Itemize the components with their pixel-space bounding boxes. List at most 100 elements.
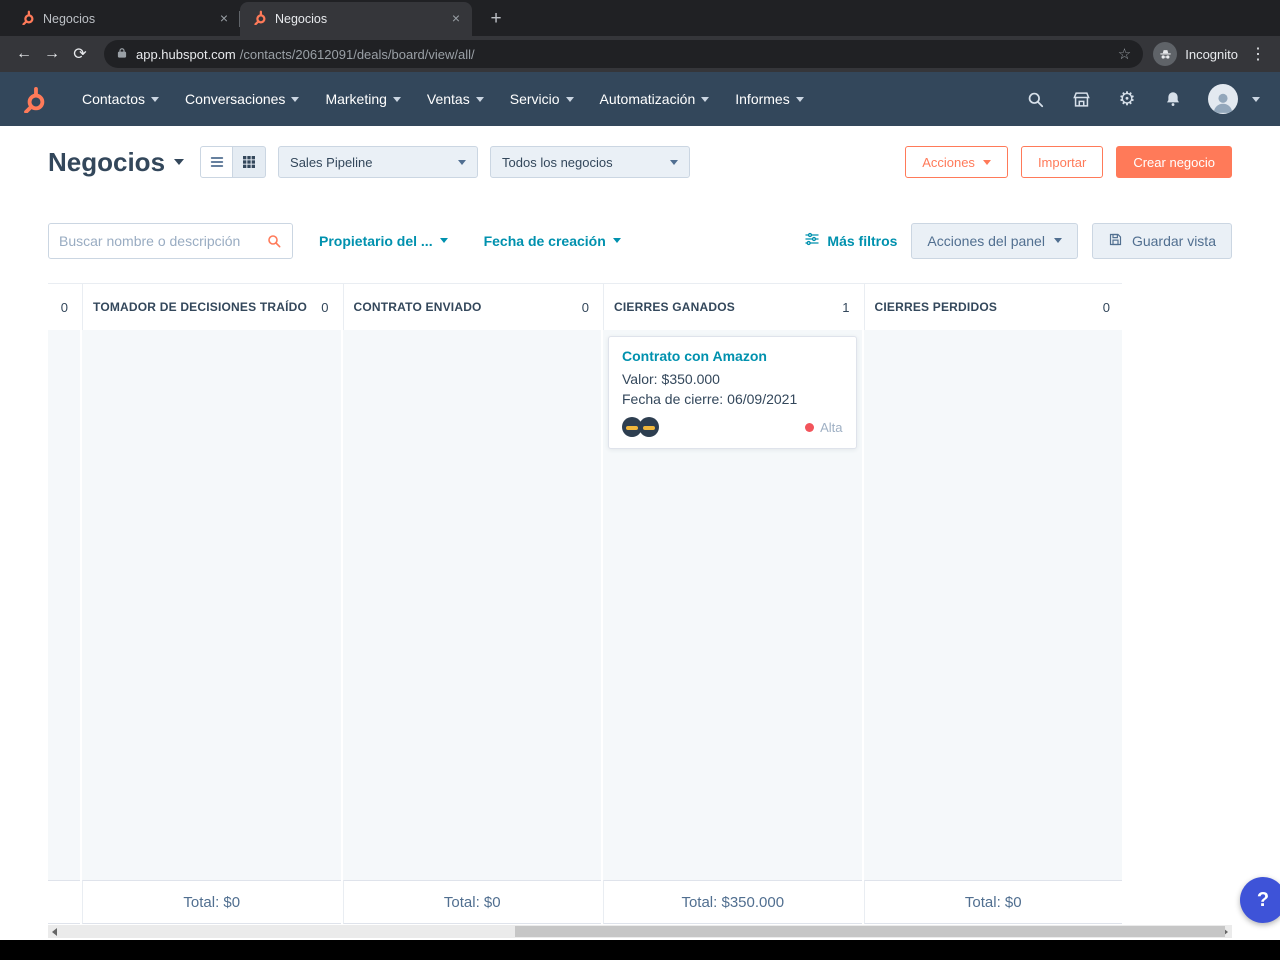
deal-value-line: Valor: $350.000 — [622, 371, 720, 387]
search-icon[interactable] — [1016, 80, 1054, 118]
board-column-cierres-ganados: CIERRES GANADOS 1 Contrato con Amazon Va… — [603, 284, 862, 924]
nav-item-conversaciones[interactable]: Conversaciones — [172, 83, 312, 115]
chevron-down-icon — [1053, 238, 1062, 243]
create-deal-button[interactable]: Crear negocio — [1116, 146, 1232, 178]
notifications-bell-icon[interactable] — [1154, 80, 1192, 118]
hubspot-navbar: Contactos Conversaciones Marketing Venta… — [0, 72, 1280, 126]
search-box — [48, 222, 293, 259]
page-title: Negocios — [48, 146, 166, 177]
column-count: 0 — [581, 299, 589, 315]
column-total: Total: $0 — [863, 880, 1122, 924]
hubspot-logo[interactable] — [20, 86, 47, 113]
board-actions-button[interactable]: Acciones del panel — [911, 222, 1078, 259]
back-icon[interactable]: ← — [10, 40, 38, 68]
tab-close-icon[interactable]: × — [448, 11, 464, 27]
board-column-cierres-perdidos: CIERRES PERDIDOS 0 Total: $0 — [863, 284, 1122, 924]
tab-close-icon[interactable]: × — [216, 11, 232, 27]
scroll-left-arrow-icon[interactable] — [52, 927, 57, 936]
account-chevron-down-icon[interactable] — [1252, 96, 1260, 102]
column-name: CIERRES PERDIDOS — [874, 300, 998, 314]
main-menu: Contactos Conversaciones Marketing Venta… — [69, 83, 817, 115]
tab-title: Negocios — [43, 12, 96, 26]
address-bar[interactable]: app.hubspot.com/contacts/20612091/deals/… — [104, 40, 1144, 68]
incognito-label: Incognito — [1185, 46, 1238, 62]
chevron-down-icon — [982, 159, 991, 165]
search-input[interactable] — [59, 232, 260, 249]
column-name: CIERRES GANADOS — [614, 300, 736, 314]
more-filters-link[interactable]: Más filtros — [804, 231, 897, 250]
browser-menu-icon[interactable]: ⋮ — [1246, 44, 1270, 64]
page-header: Negocios Sales Pipeline Todos los negoci… — [0, 126, 1280, 178]
priority-dot-icon — [805, 422, 815, 432]
chevron-down-icon — [151, 96, 160, 102]
column-total: Total: $0 — [82, 880, 341, 924]
nav-item-ventas[interactable]: Ventas — [414, 83, 497, 115]
browser-tab-1[interactable]: Negocios × — [8, 2, 240, 36]
horizontal-scrollbar[interactable] — [48, 925, 1232, 938]
avatar — [639, 417, 659, 437]
board-grid: 0 TOMADOR DE DECISIONES TRAÍDO 0 Total: … — [48, 283, 1122, 924]
forward-icon[interactable]: → — [38, 40, 66, 68]
settings-gear-icon[interactable]: ⚙ — [1108, 80, 1146, 118]
board-column-tomador-de-decisiones: TOMADOR DE DECISIONES TRAÍDO 0 Total: $0 — [82, 284, 341, 924]
board-column-partial: 0 — [48, 284, 80, 924]
hubspot-favicon — [252, 10, 267, 28]
create-date-filter-dropdown[interactable]: Fecha de creación — [484, 233, 621, 249]
chevron-down-icon — [439, 238, 448, 243]
pipeline-select[interactable]: Sales Pipeline — [278, 146, 479, 178]
nav-item-informes[interactable]: Informes — [722, 83, 816, 115]
chevron-down-icon — [701, 96, 710, 102]
saved-view-select[interactable]: Todos los negocios — [490, 146, 691, 178]
priority-label: Alta — [820, 419, 843, 435]
search-icon[interactable] — [266, 233, 282, 249]
user-avatar[interactable] — [1208, 84, 1238, 114]
marketplace-icon[interactable] — [1062, 80, 1100, 118]
help-button[interactable]: ? — [1240, 877, 1280, 923]
saved-view-select-value: Todos los negocios — [502, 154, 613, 170]
deals-board: 0 TOMADOR DE DECISIONES TRAÍDO 0 Total: … — [48, 283, 1122, 924]
chevron-down-icon — [291, 96, 300, 102]
lock-icon — [116, 47, 128, 62]
browser-tab-2-active[interactable]: Negocios × — [240, 2, 472, 36]
bookmark-star-icon[interactable]: ☆ — [1118, 45, 1131, 63]
nav-item-servicio[interactable]: Servicio — [497, 83, 587, 115]
chevron-down-icon — [612, 238, 621, 243]
chevron-down-icon — [392, 96, 401, 102]
screen: Negocios × Negocios × + ← → ⟳ app.hubspo… — [0, 0, 1280, 960]
column-body: Contrato con Amazon Valor: $350.000 Fecha… — [603, 330, 862, 880]
filter-row: Propietario del ... Fecha de creación Má… — [0, 222, 1280, 259]
nav-item-contactos[interactable]: Contactos — [69, 83, 172, 115]
scrollbar-thumb[interactable] — [515, 926, 1225, 937]
filter-sliders-icon — [804, 231, 820, 250]
import-button[interactable]: Importar — [1020, 146, 1104, 178]
board-view-button[interactable] — [233, 146, 267, 178]
save-view-button[interactable]: Guardar vista — [1091, 222, 1232, 259]
view-toggle — [200, 146, 267, 178]
nav-item-automatizacion[interactable]: Automatización — [587, 83, 723, 115]
nav-item-marketing[interactable]: Marketing — [312, 83, 413, 115]
page-title-dropdown[interactable]: Negocios — [48, 146, 185, 178]
browser-tab-strip: Negocios × Negocios × + — [0, 0, 1280, 36]
deal-card-footer: Alta — [622, 417, 843, 437]
owner-filter-dropdown[interactable]: Propietario del ... — [319, 233, 448, 249]
actions-button[interactable]: Acciones — [905, 146, 1008, 178]
reload-icon[interactable]: ⟳ — [66, 40, 94, 68]
board-column-contrato-enviado: CONTRATO ENVIADO 0 Total: $0 — [342, 284, 601, 924]
new-tab-button[interactable]: + — [482, 5, 510, 33]
title-chevron-down-icon — [174, 159, 185, 165]
browser-toolbar: ← → ⟳ app.hubspot.com/contacts/20612091/… — [0, 36, 1280, 72]
column-count: 0 — [321, 299, 329, 315]
list-view-button[interactable] — [200, 146, 234, 178]
incognito-badge[interactable]: Incognito — [1153, 42, 1238, 66]
deal-card[interactable]: Contrato con Amazon Valor: $350.000 Fecha… — [608, 336, 857, 449]
column-body — [48, 330, 80, 880]
column-count: 1 — [842, 299, 850, 315]
save-icon — [1108, 232, 1123, 250]
column-body — [342, 330, 601, 880]
chevron-down-icon — [670, 159, 679, 165]
url-path: /contacts/20612091/deals/board/view/all/ — [239, 46, 475, 62]
deal-card-title-link[interactable]: Contrato con Amazon — [622, 348, 843, 364]
tab-title: Negocios — [275, 12, 328, 26]
hubspot-favicon — [20, 10, 35, 28]
deal-close-date-line: Fecha de cierre: 06/09/2021 — [622, 391, 798, 407]
